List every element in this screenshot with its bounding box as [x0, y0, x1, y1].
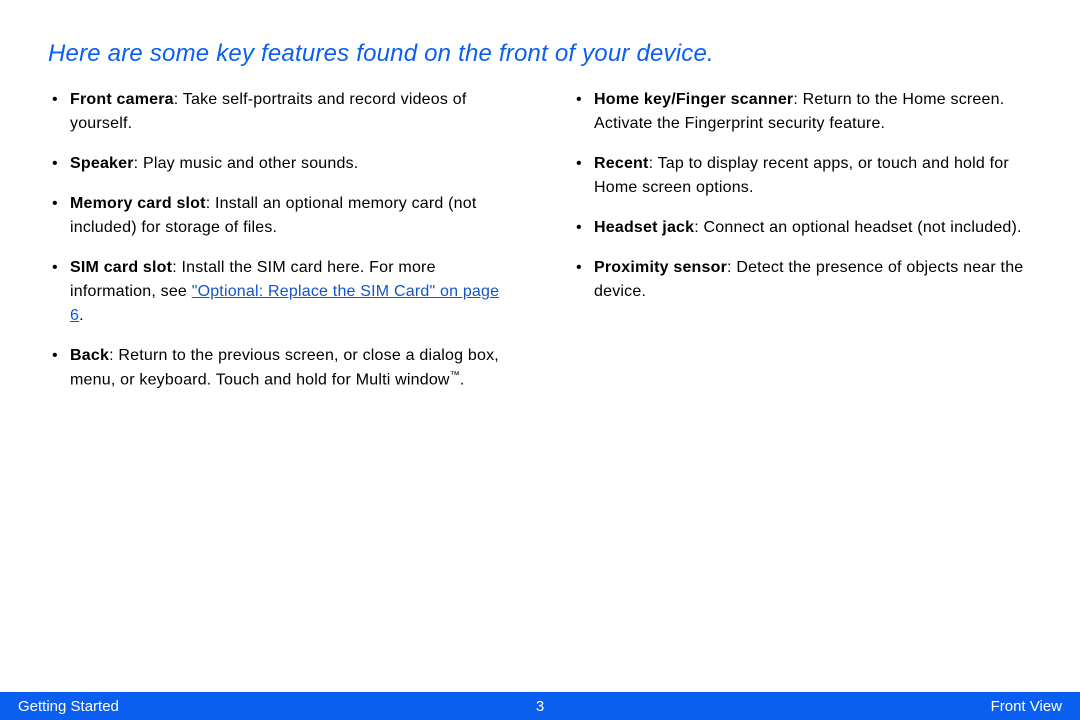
- term: Recent: [594, 155, 649, 172]
- term: Headset jack: [594, 219, 694, 236]
- list-item: Speaker: Play music and other sounds.: [48, 152, 508, 176]
- feature-list-right: Home key/Finger scanner: Return to the H…: [572, 88, 1032, 304]
- trademark-symbol: ™: [450, 370, 460, 381]
- term: Back: [70, 347, 109, 364]
- page: Here are some key features found on the …: [0, 0, 1080, 720]
- list-item: Front camera: Take self-portraits and re…: [48, 88, 508, 136]
- footer-section-title: Getting Started: [18, 698, 119, 715]
- page-footer: Getting Started 3 Front View: [0, 692, 1080, 720]
- desc: : Play music and other sounds.: [134, 155, 359, 172]
- term: Front camera: [70, 91, 174, 108]
- list-item: Memory card slot: Install an optional me…: [48, 192, 508, 240]
- term: Memory card slot: [70, 195, 206, 212]
- desc: : Connect an optional headset (not inclu…: [694, 219, 1021, 236]
- list-item: Proximity sensor: Detect the presence of…: [572, 256, 1032, 304]
- list-item: SIM card slot: Install the SIM card here…: [48, 256, 508, 328]
- list-item: Back: Return to the previous screen, or …: [48, 344, 508, 392]
- list-item: Home key/Finger scanner: Return to the H…: [572, 88, 1032, 136]
- desc-after: .: [79, 307, 84, 324]
- left-column: Front camera: Take self-portraits and re…: [48, 88, 508, 408]
- desc-before: : Return to the previous screen, or clos…: [70, 347, 499, 388]
- feature-list-left: Front camera: Take self-portraits and re…: [48, 88, 508, 392]
- desc: : Tap to display recent apps, or touch a…: [594, 155, 1009, 196]
- columns: Front camera: Take self-portraits and re…: [48, 88, 1032, 408]
- term: SIM card slot: [70, 259, 172, 276]
- page-heading: Here are some key features found on the …: [48, 40, 1032, 68]
- footer-subsection-title: Front View: [991, 698, 1062, 715]
- term: Proximity sensor: [594, 259, 727, 276]
- desc-after: .: [460, 371, 465, 388]
- term: Speaker: [70, 155, 134, 172]
- list-item: Recent: Tap to display recent apps, or t…: [572, 152, 1032, 200]
- footer-page-number: 3: [536, 698, 544, 715]
- list-item: Headset jack: Connect an optional headse…: [572, 216, 1032, 240]
- term: Home key/Finger scanner: [594, 91, 793, 108]
- right-column: Home key/Finger scanner: Return to the H…: [572, 88, 1032, 408]
